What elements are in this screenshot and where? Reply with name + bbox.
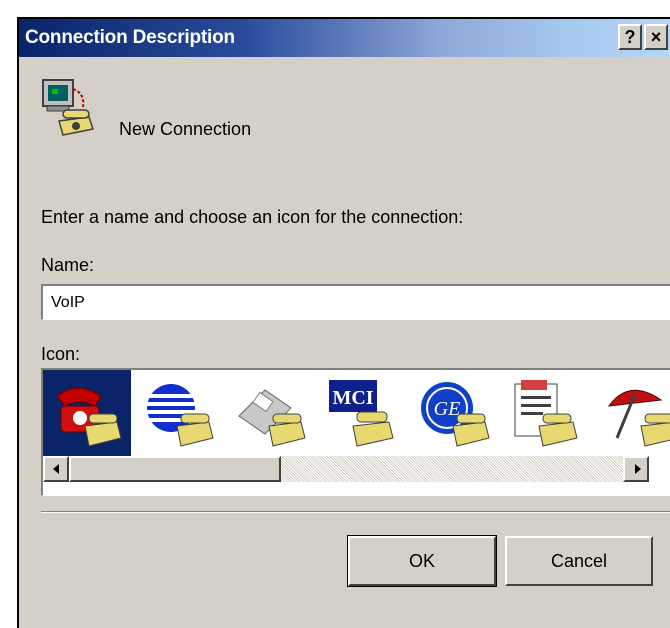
icon-option-fax[interactable] [227,370,315,456]
cancel-button[interactable]: Cancel [505,536,653,586]
instruction-text: Enter a name and choose an icon for the … [41,207,464,227]
mci-label: MCI [332,387,373,409]
icon-option-umbrella[interactable] [595,370,670,456]
close-button[interactable]: × [644,24,668,50]
ok-button[interactable]: OK [347,535,497,587]
icon-option-globe[interactable] [135,370,223,456]
umbrella-phone-icon [607,389,670,447]
icon-label: Icon: [41,344,81,364]
ge-phone-icon: GE [421,382,490,447]
icon-option-document[interactable] [503,370,591,456]
globe-phone-icon [147,384,214,447]
name-label: Name: [41,255,95,275]
icon-list[interactable]: MCI GE [41,368,670,496]
ge-label: GE [434,398,461,420]
scroll-left-button[interactable] [43,456,69,482]
fax-phone-icon [238,389,306,447]
icon-option-red-phone[interactable] [43,370,131,456]
mci-phone-icon: MCI [329,380,394,447]
arrow-left-icon [53,464,59,474]
dialog-window: Connection Description ? × New Connectio… [17,17,670,628]
icon-option-ge[interactable]: GE [411,370,499,456]
icon-list-scrollbar[interactable] [43,456,670,482]
window-title: Connection Description [25,27,235,48]
arrow-right-icon [635,464,641,474]
separator [41,511,670,513]
connection-computer-icon [42,79,94,136]
scroll-right-button[interactable] [623,456,649,482]
icon-option-mci[interactable]: MCI [319,370,407,456]
title-bar[interactable]: Connection Description ? × [19,19,670,57]
connection-name: New Connection [119,119,252,139]
name-input[interactable] [41,284,670,320]
red-phone-icon [56,387,122,447]
scroll-thumb[interactable] [69,456,281,482]
document-phone-icon [514,380,578,447]
help-button[interactable]: ? [618,24,642,50]
